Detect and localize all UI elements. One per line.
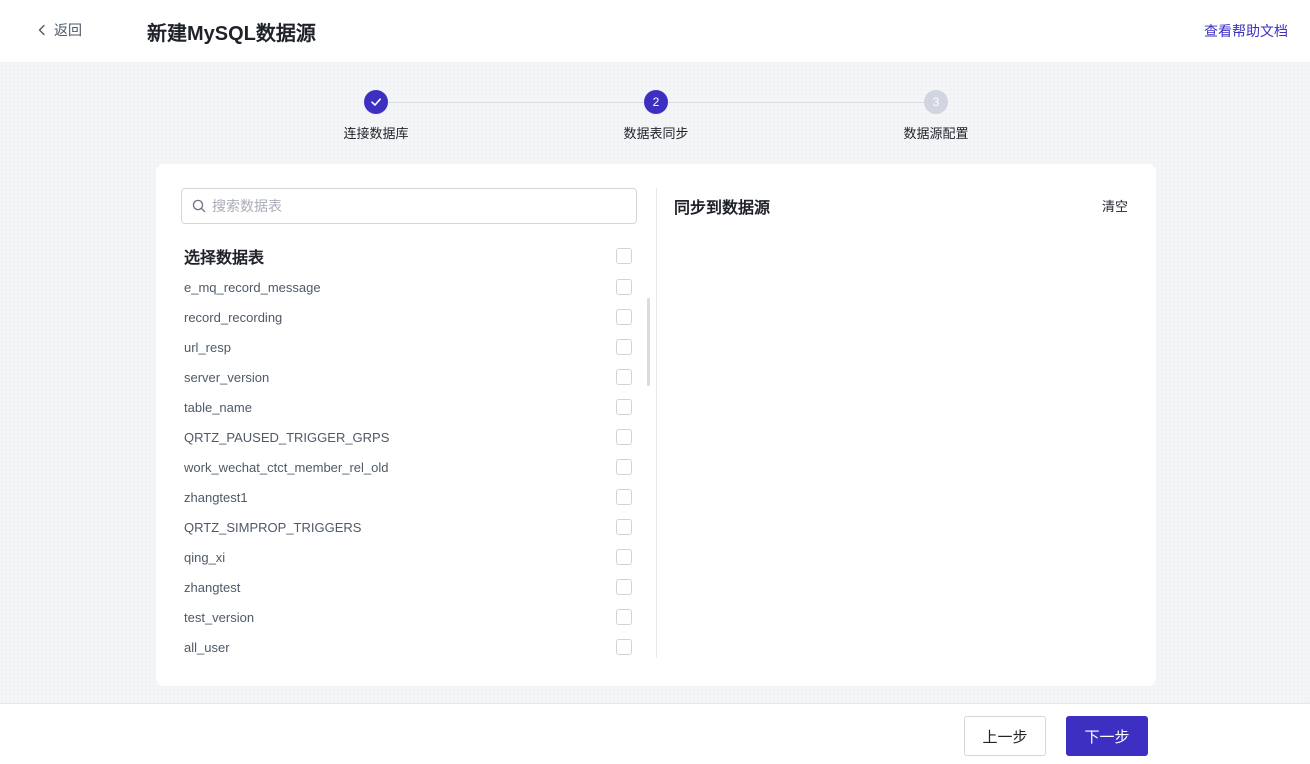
table-name: table_name — [184, 399, 252, 415]
step-connect-database: 连接数据库 — [316, 90, 436, 142]
table-name: server_version — [184, 369, 270, 385]
pane-divider — [656, 188, 657, 658]
table-sync-card: 选择数据表 e_mq_record_message record_recordi… — [156, 164, 1156, 686]
select-all-checkbox[interactable] — [616, 248, 632, 264]
header-bar: 返回 新建MySQL数据源 查看帮助文档 — [0, 0, 1310, 62]
step-label: 连接数据库 — [343, 126, 409, 141]
sync-target-title: 同步到数据源 — [674, 200, 771, 217]
table-row[interactable]: QRTZ_SIMPROP_TRIGGERS — [184, 512, 632, 542]
row-checkbox[interactable] — [616, 459, 632, 475]
row-checkbox[interactable] — [616, 579, 632, 595]
table-list: e_mq_record_message record_recording url… — [184, 272, 632, 662]
table-row[interactable]: record_recording — [184, 302, 632, 332]
step-number-circle: 3 — [924, 90, 948, 114]
row-checkbox[interactable] — [616, 339, 632, 355]
row-checkbox[interactable] — [616, 609, 632, 625]
row-checkbox[interactable] — [616, 639, 632, 655]
table-row[interactable]: work_wechat_ctct_member_rel_old — [184, 452, 632, 482]
table-name: e_mq_record_message — [184, 279, 321, 295]
table-name: url_resp — [184, 339, 231, 355]
row-checkbox[interactable] — [616, 399, 632, 415]
table-row[interactable]: url_resp — [184, 332, 632, 362]
step-number-circle: 2 — [644, 90, 668, 114]
list-scrollbar[interactable] — [647, 298, 650, 386]
step-datasource-config: 3 数据源配置 — [876, 90, 996, 142]
footer-bar: 上一步 下一步 — [0, 703, 1310, 764]
search-icon — [192, 199, 206, 213]
back-button[interactable]: 返回 — [36, 20, 82, 40]
table-row[interactable]: table_name — [184, 392, 632, 422]
table-name: QRTZ_PAUSED_TRIGGER_GRPS — [184, 429, 390, 445]
table-row[interactable]: test_version — [184, 602, 632, 632]
row-checkbox[interactable] — [616, 519, 632, 535]
row-checkbox[interactable] — [616, 489, 632, 505]
stepper: 连接数据库 2 数据表同步 3 数据源配置 — [0, 90, 1310, 146]
page-title: 新建MySQL数据源 — [147, 23, 316, 45]
table-name: record_recording — [184, 309, 283, 325]
table-name: qing_xi — [184, 549, 226, 565]
table-row[interactable]: e_mq_record_message — [184, 272, 632, 302]
list-title: 选择数据表 — [184, 250, 265, 267]
table-name: QRTZ_SIMPROP_TRIGGERS — [184, 519, 362, 535]
table-name: work_wechat_ctct_member_rel_old — [184, 459, 389, 475]
table-row[interactable]: qing_xi — [184, 542, 632, 572]
step-table-sync: 2 数据表同步 — [596, 90, 716, 142]
row-checkbox[interactable] — [616, 369, 632, 385]
step-label: 数据源配置 — [903, 126, 969, 141]
clear-button[interactable]: 清空 — [1102, 196, 1128, 215]
row-checkbox[interactable] — [616, 309, 632, 325]
search-box[interactable] — [181, 188, 637, 224]
step-done-circle — [364, 90, 388, 114]
table-row[interactable]: zhangtest — [184, 572, 632, 602]
table-row[interactable]: server_version — [184, 362, 632, 392]
row-checkbox[interactable] — [616, 549, 632, 565]
row-checkbox[interactable] — [616, 429, 632, 445]
table-name: zhangtest1 — [184, 489, 248, 505]
table-row[interactable]: zhangtest1 — [184, 482, 632, 512]
check-icon — [371, 98, 381, 106]
next-step-button[interactable]: 下一步 — [1066, 716, 1148, 756]
search-input[interactable] — [212, 198, 612, 214]
help-docs-link[interactable]: 查看帮助文档 — [1204, 21, 1288, 41]
table-name: all_user — [184, 639, 230, 655]
table-name: zhangtest — [184, 579, 241, 595]
sync-target-pane: 同步到数据源 清空 — [674, 194, 1128, 224]
row-checkbox[interactable] — [616, 279, 632, 295]
back-label: 返回 — [54, 22, 82, 38]
table-selection-pane: 选择数据表 e_mq_record_message record_recordi… — [181, 188, 650, 658]
previous-step-button[interactable]: 上一步 — [964, 716, 1046, 756]
table-row[interactable]: all_user — [184, 632, 632, 662]
step-label: 数据表同步 — [623, 126, 689, 141]
table-row[interactable]: QRTZ_PAUSED_TRIGGER_GRPS — [184, 422, 632, 452]
list-header: 选择数据表 — [184, 244, 632, 268]
table-name: test_version — [184, 609, 255, 625]
chevron-left-icon — [38, 24, 45, 36]
